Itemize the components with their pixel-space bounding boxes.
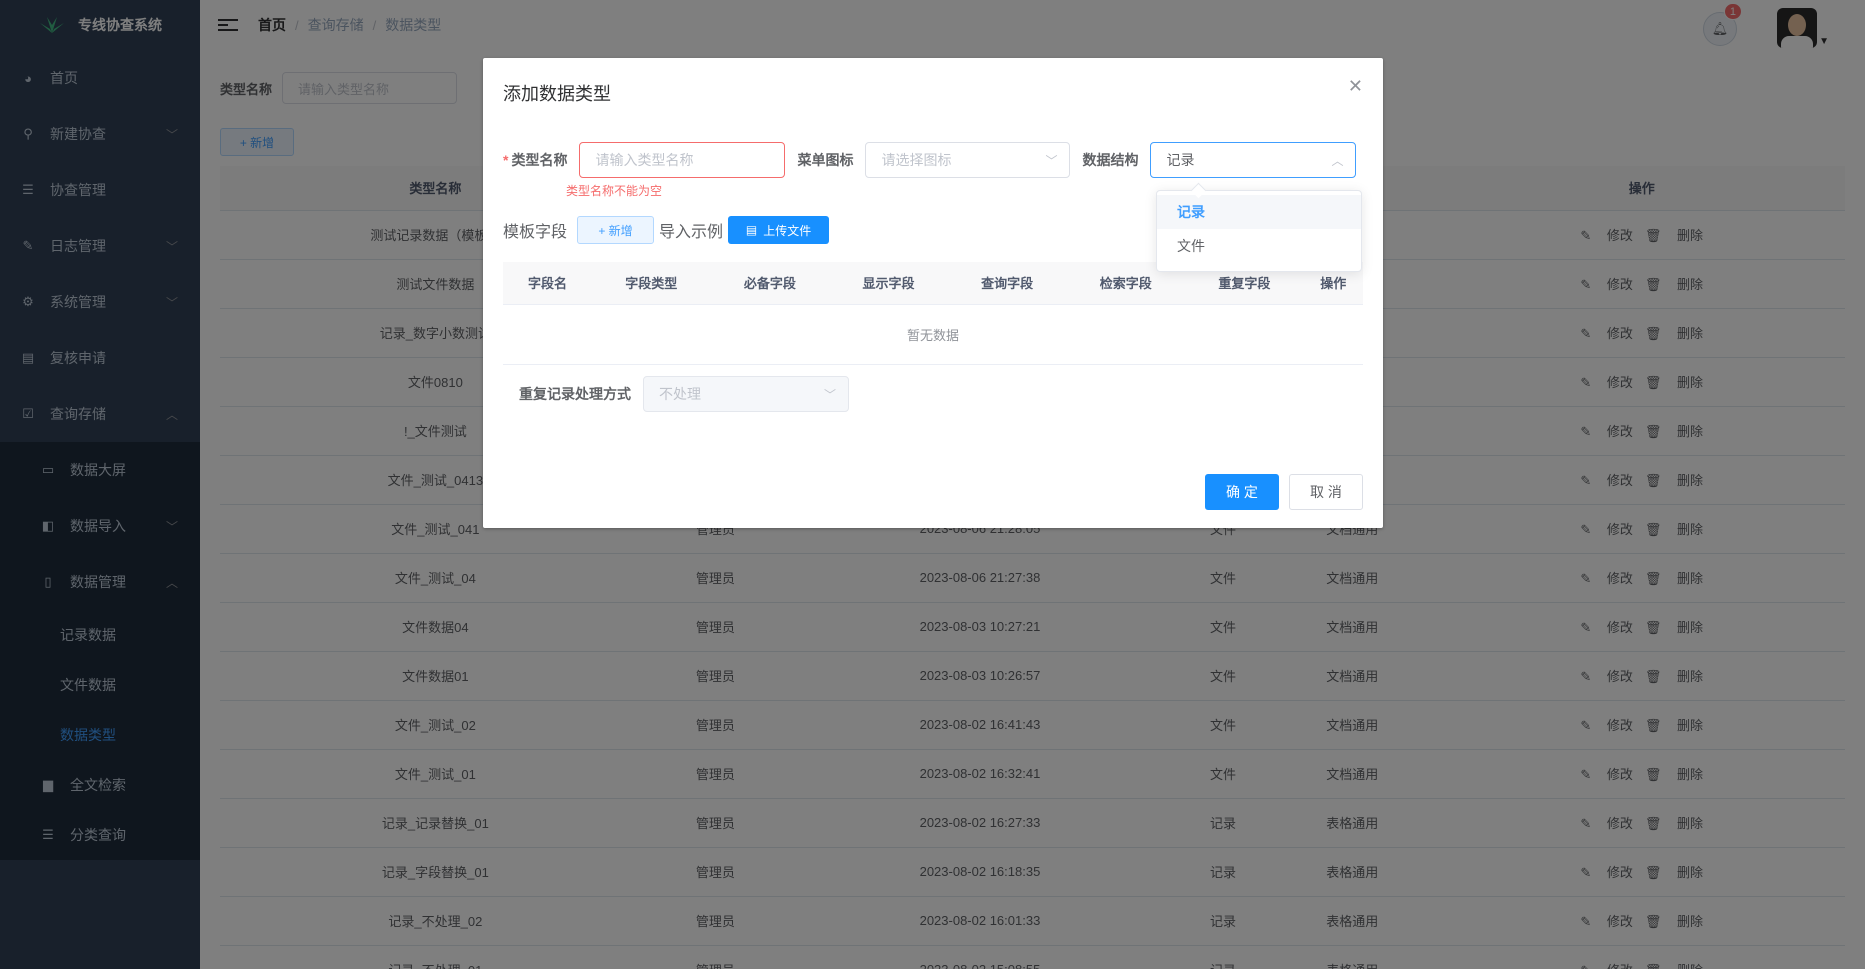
field-column-header: 查询字段 [947,262,1067,305]
type-name-label: * 类型名称 [503,152,568,168]
form-row-main: * 类型名称 请输入类型名称 菜单图标 请选择图标 ﹀ 数据结构 记录 ︿ [503,142,1357,178]
duplicate-select[interactable]: 不处理 ﹀ [643,376,849,412]
type-name-error: 类型名称不能为空 [566,184,663,198]
field-column-header: 显示字段 [829,262,948,305]
data-structure-label: 数据结构 [1082,152,1139,168]
template-label: 模板字段 [503,224,568,241]
empty-text: 暂无数据 [503,304,1363,365]
template-add-button[interactable]: + 新增 [577,216,655,244]
template-fields-table: 字段名 字段类型 必备字段 显示字段 查询字段 检索字段 重复字段 操作 暂无数据 [503,262,1363,365]
close-icon[interactable]: ✕ [1348,76,1363,97]
field-column-header: 字段类型 [591,262,711,305]
field-column-header: 字段名 [503,262,592,305]
template-row: 模板字段 + 新增 导入示例 ▤ 上传文件 [503,216,830,244]
data-structure-select[interactable]: 记录 ︿ [1150,142,1357,178]
file-icon: ▤ [745,223,758,237]
chevron-down-icon: ﹀ [823,388,836,402]
dropdown-option-record[interactable]: 记录 [1157,195,1361,229]
data-structure-dropdown: 记录 文件 [1156,190,1362,272]
dropdown-option-file[interactable]: 文件 [1157,229,1361,263]
dialog-title: 添加数据类型 [503,84,611,104]
field-column-header: 必备字段 [710,262,830,305]
cancel-button[interactable]: 取 消 [1289,474,1363,510]
import-label: 导入示例 [659,224,724,241]
duplicate-row: 重复记录处理方式 不处理 ﹀ [519,376,849,412]
type-name-input[interactable]: 请输入类型名称 [579,142,786,178]
menu-icon-select[interactable]: 请选择图标 ﹀ [865,142,1071,178]
duplicate-label: 重复记录处理方式 [519,386,631,402]
confirm-button[interactable]: 确 定 [1205,474,1279,510]
upload-file-button[interactable]: ▤ 上传文件 [728,216,830,244]
chevron-up-icon: ︿ [1331,154,1344,168]
add-data-type-dialog: 添加数据类型 ✕ * 类型名称 请输入类型名称 菜单图标 请选择图标 ﹀ 数据结构… [483,58,1383,528]
chevron-down-icon: ﹀ [1045,154,1058,168]
menu-icon-label: 菜单图标 [797,152,854,168]
